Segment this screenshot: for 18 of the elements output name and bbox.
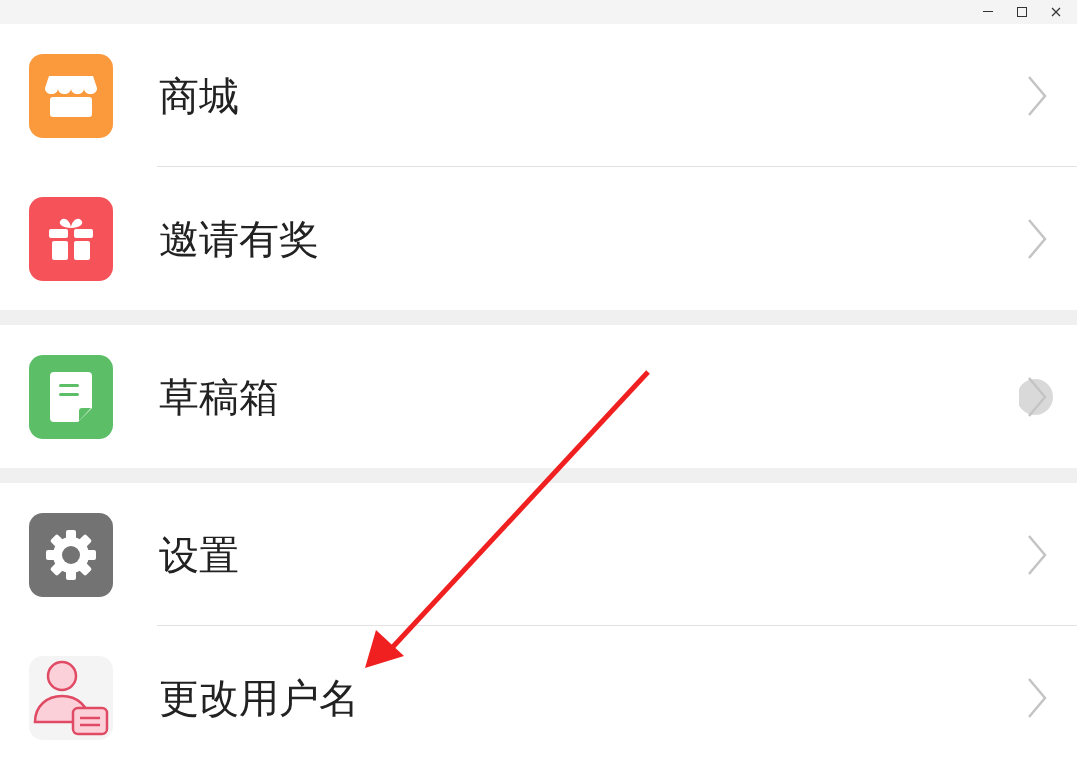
menu-item[interactable]: 草稿箱 <box>0 325 1077 468</box>
item-label: 商城 <box>159 71 240 121</box>
minimize-icon <box>983 11 993 13</box>
menu-item[interactable]: 邀请有奖 <box>0 167 1077 310</box>
store-icon <box>29 53 113 138</box>
item-label: 设置 <box>159 530 240 580</box>
menu-item[interactable]: 更改用户名 <box>0 626 1077 768</box>
menu-item[interactable]: 商城 <box>0 24 1077 167</box>
document-icon <box>29 354 113 439</box>
item-label: 邀请有奖 <box>159 214 320 264</box>
settings-icon <box>29 512 113 597</box>
gift-icon <box>29 196 113 281</box>
item-label: 草稿箱 <box>159 372 280 422</box>
item-label: 更改用户名 <box>159 673 360 723</box>
user-card-icon <box>29 655 113 740</box>
maximize-icon <box>1017 7 1027 17</box>
menu-item[interactable]: 设置 <box>0 483 1077 626</box>
close-icon <box>1051 7 1061 17</box>
